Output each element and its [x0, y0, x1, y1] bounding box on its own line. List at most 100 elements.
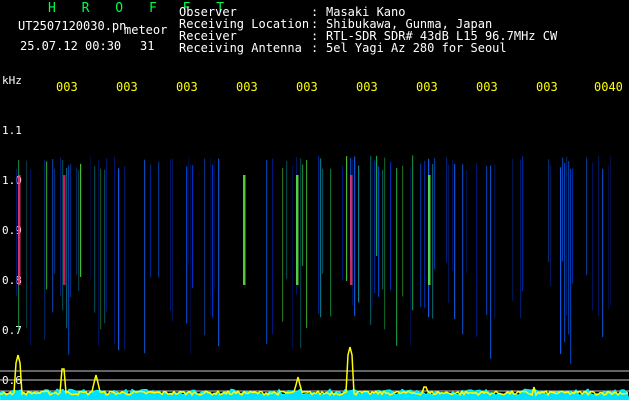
spectrogram-streak	[520, 159, 522, 318]
spectrogram-streak	[412, 155, 414, 311]
file-name: UT2507120030.pn	[18, 19, 127, 33]
spectrogram-streak	[610, 155, 612, 305]
meteor-echo	[18, 175, 21, 285]
spectrogram-streak	[410, 166, 412, 346]
spectrogram-streak	[424, 160, 426, 309]
time-tick: 003	[116, 80, 138, 94]
spectrogram-streak	[452, 159, 454, 272]
spectrogram-streak	[370, 155, 372, 326]
spectrogram-streak	[114, 156, 116, 344]
spectrogram-streak	[124, 165, 126, 350]
spectrogram-streak	[188, 157, 190, 265]
spectrogram-streak	[466, 169, 468, 274]
spectrogram-streak	[512, 158, 514, 302]
spectrogram-streak	[448, 164, 450, 303]
spectrogram-streak	[266, 160, 268, 344]
info-sep-antenna: :	[311, 41, 319, 55]
time-tick: 003	[476, 80, 498, 94]
spectrogram-streak	[30, 168, 32, 346]
time-tick: 003	[56, 80, 78, 94]
freq-unit-label: kHz	[2, 74, 22, 87]
spectrogram-streak	[318, 155, 320, 314]
spectrogram-streak	[94, 166, 96, 313]
capture-datetime: 25.07.12 00:30	[20, 39, 122, 53]
spectrogram-streak	[562, 157, 564, 262]
spectrogram-streak	[272, 158, 274, 335]
meteor-echo	[296, 175, 299, 285]
spectrogram-streak	[212, 164, 214, 318]
spectrogram-streak	[292, 165, 294, 349]
spectrogram-streak	[548, 159, 550, 262]
spectrogram-streak	[100, 168, 102, 330]
spectrogram-streak	[192, 165, 194, 289]
spectrogram-streak	[218, 158, 220, 347]
spectrogram-streak	[106, 158, 108, 312]
spectrogram-streak	[378, 166, 380, 297]
spectrogram-streak	[300, 158, 302, 349]
spectrogram-streak	[104, 169, 106, 324]
spectrogram-streak	[286, 160, 288, 279]
spectrogram-streak	[98, 160, 100, 346]
spectrogram-streak	[172, 158, 174, 322]
spectrogram-streak	[564, 162, 566, 343]
spectrogram-streak	[454, 164, 456, 320]
spectrogram-streak	[522, 156, 524, 292]
spectrogram-streak	[190, 164, 192, 354]
spectrogram-streak	[354, 156, 356, 317]
spectrogram-streak	[70, 163, 72, 298]
spectrogram-streak	[346, 156, 348, 282]
meteor-echo	[428, 175, 431, 285]
spectrogram-streaks	[16, 155, 612, 364]
spectrogram-streak	[570, 168, 572, 364]
spectrogram-streak	[420, 163, 422, 308]
spectrogram-streak	[494, 164, 496, 319]
spectrogram-streak	[476, 163, 478, 337]
meteor-echo	[243, 175, 246, 285]
spectrogram-streak	[170, 159, 172, 311]
spectrogram-streak	[586, 157, 588, 276]
spectrogram-streak	[54, 168, 56, 274]
spectrogram-streak	[78, 169, 80, 291]
spectrogram-streak	[376, 155, 378, 256]
time-tick: 003	[176, 80, 198, 94]
spectrogram-streak	[204, 158, 206, 336]
time-tick: 003	[536, 80, 558, 94]
spectrogram-streak	[560, 167, 562, 354]
time-tick: 003	[356, 80, 378, 94]
spectrogram-streak	[358, 165, 360, 303]
spectrogram-streak	[602, 168, 604, 338]
meteor-echo-streaks	[18, 175, 431, 285]
spectrogram-streak	[572, 168, 574, 284]
time-tick: 003	[296, 80, 318, 94]
spectrogram-streak	[322, 168, 324, 274]
time-tick: 0040	[594, 80, 623, 94]
spectrogram-streak	[158, 161, 160, 278]
spectrogram-streak	[68, 165, 70, 355]
spectrogram-streak	[592, 162, 594, 311]
spectrogram-streak	[16, 168, 18, 297]
spectrogram-streak	[80, 163, 82, 277]
spectrogram-streak	[150, 164, 152, 278]
spectrogram-streak	[402, 165, 404, 297]
spectrogram-streak	[342, 165, 344, 281]
spectrogram-streak	[568, 161, 570, 335]
spectrogram-streak	[382, 169, 384, 290]
spectrogram-streak	[66, 167, 68, 329]
spectrogram-streak	[90, 155, 92, 279]
spectrogram-streak	[390, 161, 392, 291]
spectrogram-streak	[384, 157, 386, 330]
info-value-antenna: 5el Yagi Az 280 for Seoul	[326, 41, 507, 55]
spectrogram-streak	[462, 164, 464, 335]
spectrogram-streak	[60, 157, 62, 297]
spectrogram-streak	[550, 164, 552, 287]
spectrogram-streak	[26, 160, 28, 328]
time-tick: 003	[416, 80, 438, 94]
spectrogram-streak	[214, 161, 216, 292]
spectrogram-streak	[52, 159, 54, 313]
spectrogram-streak	[434, 158, 436, 270]
spectrogram-streak	[396, 168, 398, 346]
spectrogram-streak	[608, 165, 610, 310]
spectrogram-streak	[44, 160, 46, 340]
spectrogram-streak	[282, 168, 284, 322]
spectrogram-streak	[320, 158, 322, 318]
